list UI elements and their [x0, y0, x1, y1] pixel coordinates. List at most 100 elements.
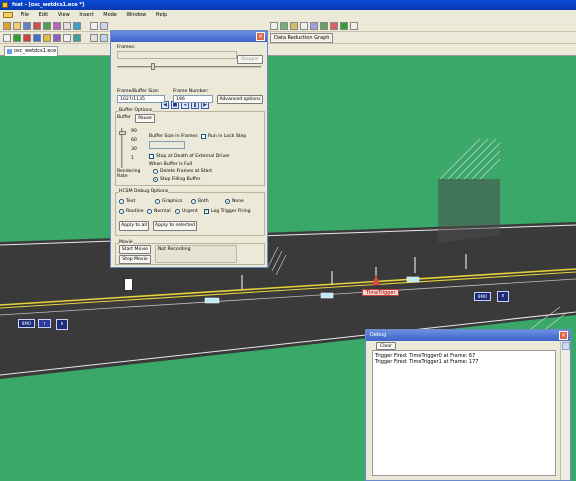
stopper-button[interactable]: Stopper [237, 55, 263, 64]
rendering-rate-thumb[interactable] [119, 131, 126, 135]
clear-button[interactable]: Clear [376, 342, 396, 350]
menu-file[interactable]: File [17, 10, 33, 20]
graph-f-icon[interactable] [320, 22, 328, 30]
print-icon[interactable] [63, 22, 71, 30]
paste-icon[interactable] [53, 22, 61, 30]
pointer-icon[interactable] [3, 34, 11, 42]
menu-window[interactable]: Window [122, 10, 150, 20]
stop-filling-radio[interactable] [153, 177, 158, 182]
frames-slider-track[interactable] [117, 66, 261, 68]
debug-line: Trigger Fired: TimeTrigger1 at Frame: 17… [375, 359, 479, 365]
menu-help[interactable]: Help [152, 10, 171, 20]
delete-frames-radio[interactable] [153, 169, 158, 174]
time-trigger-label[interactable]: TimeTrigger [362, 289, 400, 296]
arrow-sign-a[interactable]: ⬆ [56, 319, 68, 330]
light-icon[interactable] [73, 34, 81, 42]
page-icon[interactable] [90, 22, 98, 30]
urgent-radio[interactable] [175, 209, 180, 214]
start-movie-button[interactable]: Start Movie [119, 245, 151, 254]
arrow-sign-b[interactable]: ⬆ [497, 291, 509, 302]
log-trigger-label: Log Trigger Firing [211, 209, 251, 214]
debug-window: Debug × Clear Trigger Fired: TimeTrigger… [365, 329, 571, 481]
layer-icon[interactable] [73, 22, 81, 30]
frame-number-field: 196 [173, 95, 213, 103]
stop-death-checkbox[interactable] [149, 154, 154, 159]
scenario-icon [7, 49, 12, 54]
new-icon[interactable] [3, 22, 11, 30]
stop-icon[interactable] [23, 34, 31, 42]
stop-filling-label: Stop Filling Buffer [160, 177, 201, 182]
zoom-icon[interactable] [90, 34, 98, 42]
main-toolbar [0, 20, 576, 32]
text-radio[interactable] [119, 199, 124, 204]
close-icon[interactable]: × [256, 32, 265, 41]
log-trigger-checkbox[interactable] [204, 208, 209, 214]
graph-c-icon[interactable] [290, 22, 298, 30]
debug-title-bar[interactable]: Debug × [366, 330, 570, 341]
frames-field [117, 51, 237, 59]
debug-output[interactable]: Trigger Fired: TimeTrigger0 at Frame: 67… [372, 350, 556, 476]
cut-icon[interactable] [33, 22, 41, 30]
rate-1: 1 [131, 156, 134, 161]
urgent-label: Urgent [182, 209, 198, 214]
open-icon[interactable] [13, 22, 21, 30]
properties-icon[interactable] [100, 22, 108, 30]
pause-button[interactable]: Pause [135, 114, 155, 123]
buffer-size-label: Buffer Size in Frames [149, 134, 198, 139]
document-icon[interactable] [3, 11, 13, 18]
lane-sign-c[interactable]: 8MO [474, 292, 491, 301]
debug-scrollbar[interactable] [560, 342, 570, 480]
frames-slider-thumb[interactable] [151, 63, 155, 70]
menu-mode[interactable]: Mode [99, 10, 121, 20]
recording-status-box: Not Recording [155, 245, 237, 263]
graph-e-icon[interactable] [310, 22, 318, 30]
vehicle-icon[interactable] [33, 34, 41, 42]
help-icon[interactable] [100, 34, 108, 42]
graph-g-icon[interactable] [330, 22, 338, 30]
menu-bar: File Edit View Insert Mode Window Help [0, 10, 576, 20]
app-title-bar[interactable]: fsat - [osc_wetdcs1.ece *] [0, 0, 576, 10]
lane-sign-b[interactable]: ↑ [38, 319, 51, 328]
graphics-radio[interactable] [155, 199, 160, 204]
lock-step-checkbox[interactable] [201, 134, 206, 139]
graph-a-icon[interactable] [270, 22, 278, 30]
save-icon[interactable] [23, 22, 31, 30]
graph-d-icon[interactable] [300, 22, 308, 30]
advanced-options-button[interactable]: Advanced options [217, 95, 263, 104]
debug-close-icon[interactable]: × [559, 331, 568, 340]
apply-to-selected-button[interactable]: Apply to selected [153, 221, 197, 231]
dialog-title-bar[interactable]: × [111, 31, 267, 42]
buffer-size-field[interactable] [149, 141, 185, 149]
menu-edit[interactable]: Edit [35, 10, 53, 20]
trigger-icon[interactable] [53, 34, 61, 42]
graph-b-icon[interactable] [280, 22, 288, 30]
data-reduction-graph-button[interactable]: Data Reduction Graph [270, 33, 334, 43]
graph-h-icon[interactable] [340, 22, 348, 30]
graph-i-icon[interactable] [350, 22, 358, 30]
apply-to-all-button[interactable]: Apply to all [119, 221, 149, 231]
both-radio[interactable] [191, 199, 196, 204]
debug-options-label: HCSM Debug Options [119, 189, 169, 194]
stop-movie-button[interactable]: Stop Movie [119, 255, 151, 264]
document-tab[interactable]: osc_wetdcs1.ece [4, 46, 58, 56]
lane-sign-a[interactable]: 8MO [18, 319, 35, 328]
menu-insert[interactable]: Insert [75, 10, 97, 20]
routine-radio[interactable] [119, 209, 124, 214]
none-radio[interactable] [225, 199, 230, 204]
normal-radio[interactable] [147, 209, 152, 214]
delete-frames-label: Delete Frames at Start [160, 169, 213, 174]
roadside-sign[interactable] [124, 278, 133, 291]
road-icon[interactable] [13, 34, 21, 42]
menu-view[interactable]: View [54, 10, 74, 20]
app-title: fsat - [osc_wetdcs1.ece *] [12, 2, 85, 8]
normal-label: Normal [154, 209, 171, 214]
recording-status: Not Recording [158, 247, 191, 252]
stop-death-label: Stop at Death of External Driver [156, 154, 230, 159]
rate-30: 30 [131, 147, 137, 152]
path-icon[interactable] [63, 34, 71, 42]
none-label: None [232, 199, 244, 204]
text-label: Text [126, 199, 136, 204]
document-tab-strip: osc_wetdcs1.ece [0, 44, 576, 56]
sign-icon[interactable] [43, 34, 51, 42]
copy-icon[interactable] [43, 22, 51, 30]
